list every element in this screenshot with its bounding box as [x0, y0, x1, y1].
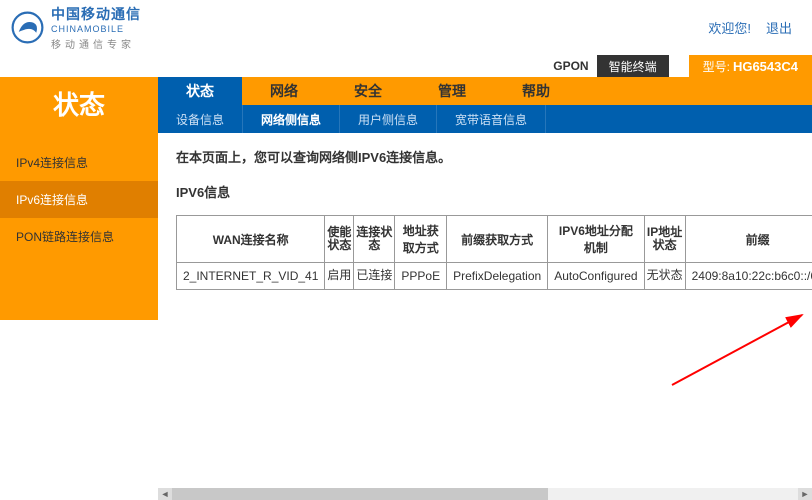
td-prefix-method: PrefixDelegation — [447, 263, 548, 290]
logout-link[interactable]: 退出 — [766, 18, 792, 37]
sub-nav: 设备信息 网络侧信息 用户侧信息 宽带语音信息 — [158, 105, 812, 133]
page-description: 在本页面上，您可以查询网络侧IPV6连接信息。 — [176, 147, 794, 166]
sidebar-title: 状态 — [0, 85, 158, 144]
td-conn-status: 已连接 — [354, 263, 395, 290]
subnav-user-info[interactable]: 用户侧信息 — [340, 105, 437, 133]
th-ipv6-mech: IPV6地址分配机制 — [548, 216, 644, 263]
td-addr-method: PPPoE — [395, 263, 447, 290]
brand-tagline: 移动通信专家 — [51, 36, 141, 51]
gpon-text: 智能终端 — [597, 55, 669, 77]
subnav-network-info[interactable]: 网络侧信息 — [243, 105, 340, 133]
scroll-right-arrow-icon[interactable]: ► — [798, 488, 812, 500]
brand-name-cn: 中国移动通信 — [51, 4, 141, 24]
scroll-track[interactable] — [172, 488, 798, 500]
subnav-voip-info[interactable]: 宽带语音信息 — [437, 105, 546, 133]
th-addr-method: 地址获取方式 — [395, 216, 447, 263]
brand-logo: 中国移动通信 CHINAMOBILE 移动通信专家 — [10, 4, 141, 51]
table-row: 2_INTERNET_R_VID_41 启用 已连接 PPPoE PrefixD… — [177, 263, 812, 290]
main-nav: 状态 网络 安全 管理 帮助 — [158, 77, 812, 105]
td-prefix: 2409:8a10:22c:b6c0::/60 — [685, 263, 812, 290]
content-area: 在本页面上，您可以查询网络侧IPV6连接信息。 IPV6信息 WAN连接名称 使… — [158, 133, 812, 488]
nav-tab-security[interactable]: 安全 — [326, 77, 410, 105]
sidebar-item-ipv4[interactable]: IPv4连接信息 — [0, 144, 158, 181]
nav-tab-status[interactable]: 状态 — [158, 77, 242, 105]
table-header-row: WAN连接名称 使能状态 连接状态 地址获取方式 前缀获取方式 IPV6地址分配… — [177, 216, 812, 263]
td-enable-status: 启用 — [325, 263, 354, 290]
model-label: 型号: — [703, 58, 730, 75]
th-ip-status: IP地址状态 — [644, 216, 685, 263]
td-ipv6-mech: AutoConfigured — [548, 263, 644, 290]
welcome-text: 欢迎您! — [708, 18, 751, 37]
section-title: IPV6信息 — [176, 182, 794, 201]
sidebar-item-ipv6[interactable]: IPv6连接信息 — [0, 181, 158, 218]
th-enable-status: 使能状态 — [325, 216, 354, 263]
nav-tab-manage[interactable]: 管理 — [410, 77, 494, 105]
td-wan-name: 2_INTERNET_R_VID_41 — [177, 263, 325, 290]
th-conn-status: 连接状态 — [354, 216, 395, 263]
th-prefix-method: 前缀获取方式 — [447, 216, 548, 263]
subnav-device-info[interactable]: 设备信息 — [158, 105, 243, 133]
scroll-thumb[interactable] — [172, 488, 548, 500]
nav-tab-help[interactable]: 帮助 — [494, 77, 578, 105]
sidebar-item-pon[interactable]: PON链路连接信息 — [0, 218, 158, 255]
scroll-left-arrow-icon[interactable]: ◄ — [158, 488, 172, 500]
sidebar: 状态 IPv4连接信息 IPv6连接信息 PON链路连接信息 — [0, 133, 158, 488]
th-prefix: 前缀 — [685, 216, 812, 263]
gpon-label: GPON — [545, 55, 596, 77]
td-ip-status: 无状态 — [644, 263, 685, 290]
nav-tab-network[interactable]: 网络 — [242, 77, 326, 105]
model-value: HG6543C4 — [733, 59, 798, 74]
ipv6-info-table: WAN连接名称 使能状态 连接状态 地址获取方式 前缀获取方式 IPV6地址分配… — [176, 215, 812, 290]
th-wan-name: WAN连接名称 — [177, 216, 325, 263]
chinamobile-logo-icon — [10, 10, 45, 45]
horizontal-scrollbar[interactable]: ◄ ► — [158, 488, 812, 500]
model-box: 型号: HG6543C4 — [689, 55, 812, 77]
brand-name-en: CHINAMOBILE — [51, 24, 141, 34]
